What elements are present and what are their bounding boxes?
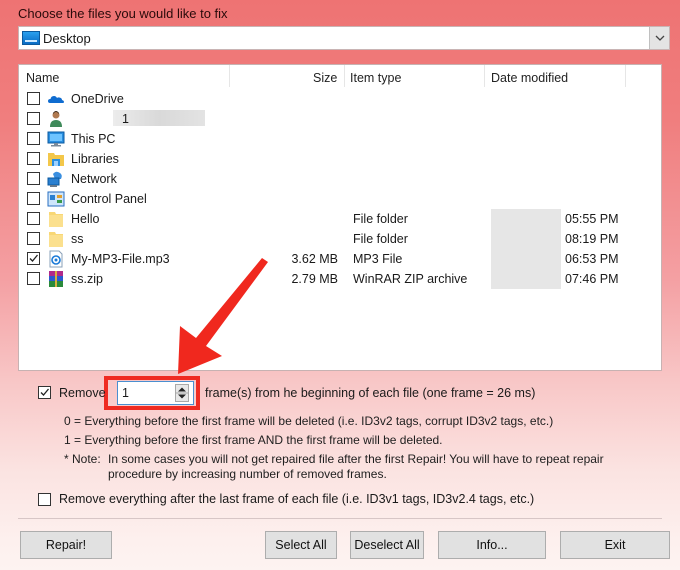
remove-after-last-frame-checkbox[interactable]	[38, 493, 51, 506]
annotation-arrow	[178, 258, 268, 374]
spin-down-icon[interactable]	[178, 394, 186, 399]
info-one-text: 1 = Everything before the first frame AN…	[64, 433, 443, 447]
remove-frames-checkbox[interactable]	[38, 386, 51, 399]
info-zero-text: 0 = Everything before the first frame wi…	[64, 414, 554, 428]
remove-label: Remove	[59, 386, 106, 400]
divider	[18, 518, 662, 519]
repair-button[interactable]: Repair!	[20, 531, 112, 559]
frames-description: frame(s) from he beginning of each file …	[205, 386, 536, 400]
checkmark-icon	[40, 388, 49, 396]
frames-count-spinner[interactable]: 1	[117, 381, 194, 405]
remove-after-last-frame-label: Remove everything after the last frame o…	[59, 492, 535, 506]
frames-count-value: 1	[122, 386, 129, 400]
info-button[interactable]: Info...	[438, 531, 546, 559]
note-label: * Note:	[64, 452, 101, 466]
spin-up-icon[interactable]	[178, 387, 186, 392]
spinner-buttons[interactable]	[175, 384, 189, 402]
note-text: In some cases you will not get repaired …	[108, 452, 604, 481]
exit-button[interactable]: Exit	[560, 531, 670, 559]
deselect-all-button[interactable]: Deselect All	[350, 531, 424, 559]
select-all-button[interactable]: Select All	[265, 531, 337, 559]
red-arrow-icon	[178, 258, 268, 374]
